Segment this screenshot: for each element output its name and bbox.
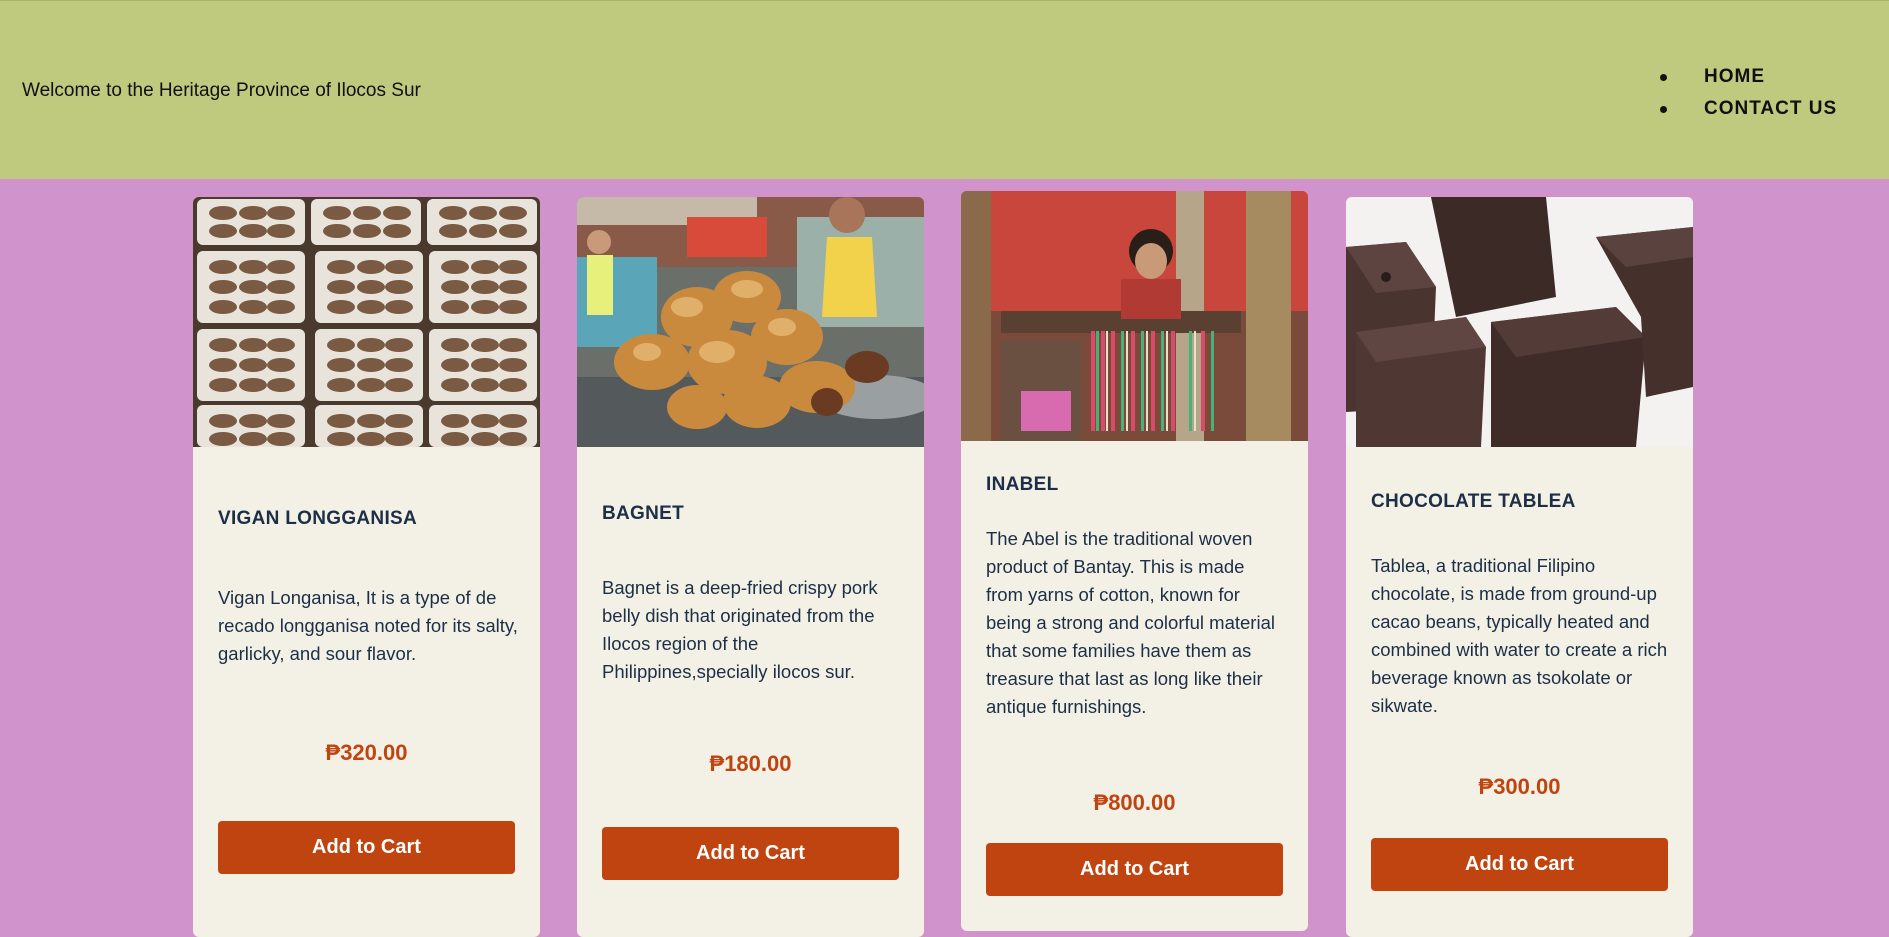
product-title: INABEL xyxy=(986,474,1059,495)
add-to-cart-button[interactable]: Add to Cart xyxy=(602,827,899,880)
nav-home-link[interactable]: HOME xyxy=(1660,61,1837,93)
product-card-inabel: INABEL The Abel is the traditional woven… xyxy=(961,191,1308,931)
add-to-cart-button[interactable]: Add to Cart xyxy=(1371,838,1668,891)
product-price: ₱320.00 xyxy=(325,740,408,765)
product-title: VIGAN LONGGANISA xyxy=(218,508,418,529)
product-card-vigan-longganisa: VIGAN LONGGANISA Vigan Longanisa, It is … xyxy=(193,197,540,937)
product-card-chocolate-tablea: CHOCOLATE TABLEA Tablea, a traditional F… xyxy=(1346,197,1693,937)
add-to-cart-button[interactable]: Add to Cart xyxy=(986,843,1283,896)
product-price: ₱300.00 xyxy=(1478,774,1561,799)
product-card-bagnet: BAGNET Bagnet is a deep-fried crispy por… xyxy=(577,197,924,937)
product-description: Tablea, a traditional Filipino chocolate… xyxy=(1371,555,1668,716)
product-title: CHOCOLATE TABLEA xyxy=(1371,491,1576,512)
tablea-image xyxy=(1346,197,1693,447)
longganisa-image xyxy=(193,197,540,447)
product-description: Vigan Longanisa, It is a type of de reca… xyxy=(218,587,518,664)
nav-contact-us-link[interactable]: CONTACT US xyxy=(1660,93,1837,125)
site-header: Welcome to the Heritage Province of Iloc… xyxy=(0,0,1889,179)
welcome-text: Welcome to the Heritage Province of Iloc… xyxy=(22,80,421,101)
product-price: ₱180.00 xyxy=(709,751,792,776)
product-description: The Abel is the traditional woven produc… xyxy=(986,528,1275,717)
product-title: BAGNET xyxy=(602,503,685,524)
main-nav: HOME CONTACT US xyxy=(1660,61,1837,125)
bagnet-image xyxy=(577,197,924,447)
product-price: ₱800.00 xyxy=(1093,790,1176,815)
inabel-image xyxy=(961,191,1308,441)
product-description: Bagnet is a deep-fried crispy pork belly… xyxy=(602,577,878,682)
add-to-cart-button[interactable]: Add to Cart xyxy=(218,821,515,874)
